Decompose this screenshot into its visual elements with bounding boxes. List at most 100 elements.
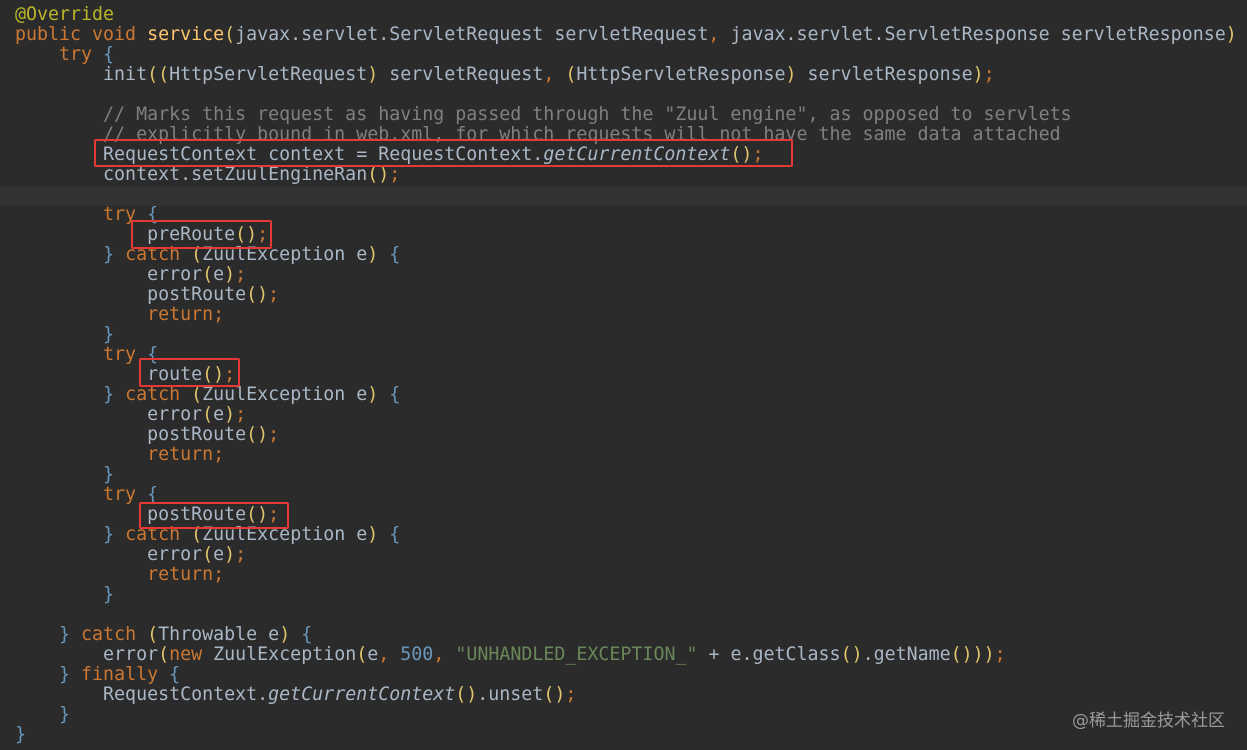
code-token: "UNHANDLED_EXCEPTION_" [455, 644, 698, 665]
code-token: } [15, 324, 115, 345]
code-token: ( [147, 624, 159, 645]
code-token: ) [785, 64, 808, 85]
code-token: e [213, 544, 225, 565]
code-line: } [15, 585, 114, 605]
code-line: } [15, 725, 26, 745]
code-token: , [543, 64, 566, 85]
code-token: () [840, 644, 863, 665]
code-token: { [389, 244, 401, 265]
code-token: ; [389, 164, 401, 185]
code-token: ; [268, 284, 280, 305]
code-token: } [15, 584, 115, 605]
code-token: Throwable e [158, 624, 280, 645]
code-token: context.setZuulEngineRan [15, 164, 368, 185]
code-token: , [708, 24, 731, 45]
code-token: try [15, 484, 148, 505]
code-line: } finally { [15, 665, 180, 685]
code-token: , [378, 644, 401, 665]
code-line: } [15, 465, 114, 485]
code-token: ( [191, 384, 203, 405]
code-token: ( [224, 24, 236, 45]
code-token: } [15, 724, 27, 745]
code-token: servletResponse [807, 64, 973, 85]
code-token: ) [972, 64, 984, 85]
code-token: () [455, 684, 478, 705]
code-token: postRoute [15, 284, 247, 305]
code-token: (( [147, 64, 170, 85]
code-token: ) [1225, 24, 1237, 45]
current-line-highlight [0, 186, 1247, 206]
code-token: HttpServletRequest [169, 64, 368, 85]
code-token: ; [268, 424, 280, 445]
code-line: try { [15, 345, 158, 365]
code-token: javax.servlet.ServletRequest servletRequ… [235, 24, 709, 45]
code-line: try { [15, 45, 114, 65]
code-token: + e.getClass [697, 644, 841, 665]
code-token: javax.servlet.ServletResponse servletRes… [730, 24, 1226, 45]
code-token: catch [81, 624, 148, 645]
code-line: } catch (ZuulException e) { [15, 385, 400, 405]
code-token: service [147, 24, 225, 45]
highlight-box-post-route [139, 502, 289, 529]
code-token: servletRequest [389, 64, 544, 85]
code-token: ; [994, 644, 1006, 665]
code-token: } [103, 244, 126, 265]
code-token: } [59, 664, 82, 685]
code-token: ) [279, 624, 302, 645]
code-token: () [543, 684, 566, 705]
code-token: e [213, 264, 225, 285]
code-token: try [15, 204, 148, 225]
code-token: ) [367, 524, 390, 545]
code-line: init((HttpServletRequest) servletRequest… [15, 65, 995, 85]
code-token: () [246, 284, 269, 305]
code-token: public void [15, 24, 148, 45]
code-token: } [103, 384, 126, 405]
code-line: error(e); [15, 545, 246, 565]
code-token: error [15, 544, 203, 565]
code-token: ) [224, 544, 236, 565]
highlight-box-route [139, 358, 240, 387]
code-token: ; [565, 684, 577, 705]
code-token: try [15, 44, 104, 65]
code-token: error [15, 264, 203, 285]
code-line: error(new ZuulException(e, 500, "UNHANDL… [15, 645, 1006, 665]
code-token: ; [235, 264, 247, 285]
code-token: () [367, 164, 390, 185]
code-line: } catch (Throwable e) { [15, 625, 312, 645]
code-editor[interactable]: @Override public void service(javax.servl… [0, 0, 1247, 750]
code-token: return; [15, 444, 225, 465]
code-line: RequestContext.getCurrentContext().unset… [15, 685, 576, 705]
code-token: catch [125, 384, 192, 405]
code-token: } [59, 624, 82, 645]
code-line: } [15, 705, 70, 725]
code-line: try { [15, 485, 158, 505]
code-token: ( [202, 264, 214, 285]
code-token: () [246, 424, 269, 445]
code-token: ( [356, 644, 368, 665]
code-token: e [213, 404, 225, 425]
code-line: postRoute(); [15, 285, 279, 305]
code-token: // Marks this request as having passed t… [15, 104, 1072, 125]
code-token: ; [235, 544, 247, 565]
code-token: ZuulException [213, 644, 357, 665]
code-line: return; [15, 305, 224, 325]
code-token: ( [158, 644, 170, 665]
code-token: .unset [477, 684, 544, 705]
code-token: { [103, 44, 115, 65]
code-line: error(e); [15, 405, 246, 425]
code-token: getCurrentContext [268, 684, 456, 705]
code-token: ( [202, 544, 214, 565]
code-token: ) [367, 384, 390, 405]
code-token: 500 [400, 644, 434, 665]
code-line: } [15, 325, 114, 345]
code-token: } [103, 524, 126, 545]
code-token: } [15, 464, 115, 485]
code-token: try [15, 344, 148, 365]
code-line: error(e); [15, 265, 246, 285]
code-token: { [301, 624, 313, 645]
code-token: init [15, 64, 148, 85]
code-token: RequestContext. [15, 684, 269, 705]
